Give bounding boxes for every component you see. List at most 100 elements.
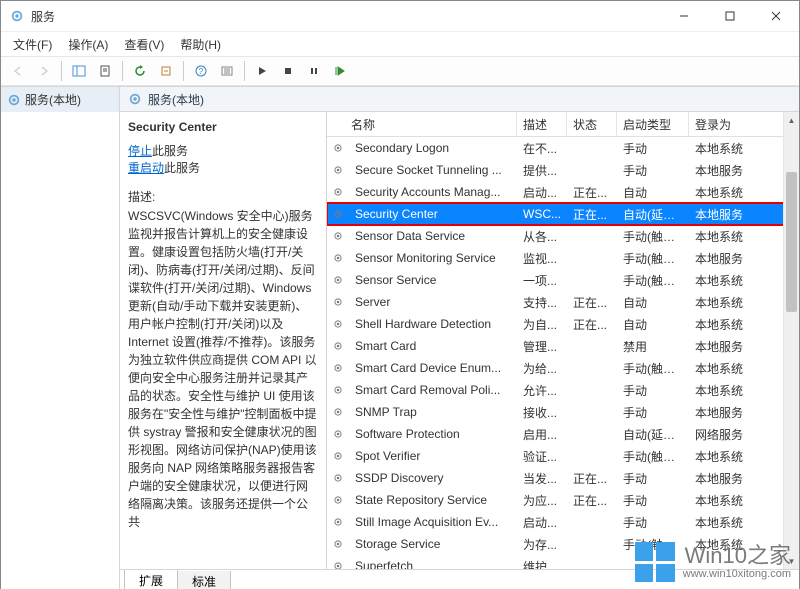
service-row[interactable]: State Repository Service为应...正在...手动本地系统 [327, 489, 799, 511]
maximize-button[interactable] [707, 1, 753, 31]
restart-link[interactable]: 重启动 [128, 161, 164, 175]
service-row[interactable]: Server支持...正在...自动本地系统 [327, 291, 799, 313]
start-service-button[interactable] [250, 59, 274, 83]
scroll-up-button[interactable]: ▲ [784, 112, 799, 128]
pause-service-button[interactable] [302, 59, 326, 83]
tree-root-label: 服务(本地) [25, 91, 81, 108]
service-name: Smart Card Removal Poli... [349, 383, 517, 397]
service-desc: 为自... [517, 316, 567, 333]
service-row[interactable]: Sensor Data Service从各...手动(触发...本地系统 [327, 225, 799, 247]
col-type[interactable]: 启动类型 [617, 112, 689, 136]
service-row[interactable]: Spot Verifier验证...手动(触发...本地系统 [327, 445, 799, 467]
rows-container: Secondary Logon在不...手动本地系统Secure Socket … [327, 137, 799, 569]
minimize-button[interactable] [661, 1, 707, 31]
service-name: Spot Verifier [349, 449, 517, 463]
toolbar: ? [1, 57, 799, 86]
service-gear-icon [327, 427, 349, 441]
service-desc: 启动... [517, 184, 567, 201]
restart-service-button[interactable] [328, 59, 352, 83]
description-text: WSCSVC(Windows 安全中心)服务监视并报告计算机上的安全健康设置。健… [128, 207, 318, 531]
service-gear-icon [327, 383, 349, 397]
service-gear-icon [327, 537, 349, 551]
service-desc: 提供... [517, 162, 567, 179]
description-label: 描述: [128, 188, 318, 205]
service-row[interactable]: Smart Card Removal Poli...允许...手动本地系统 [327, 379, 799, 401]
service-row[interactable]: SNMP Trap接收...手动本地服务 [327, 401, 799, 423]
service-status: 正在... [567, 294, 617, 311]
service-gear-icon [327, 405, 349, 419]
service-name: Storage Service [349, 537, 517, 551]
service-row[interactable]: SSDP Discovery当发...正在...手动本地服务 [327, 467, 799, 489]
forward-button[interactable] [32, 59, 56, 83]
watermark-line-1: Win10之家 [683, 544, 791, 568]
menubar: 文件(F) 操作(A) 查看(V) 帮助(H) [1, 32, 799, 57]
service-name: Shell Hardware Detection [349, 317, 517, 331]
service-row[interactable]: Secure Socket Tunneling ...提供...手动本地服务 [327, 159, 799, 181]
service-startup-type: 手动 [617, 470, 689, 487]
watermark: Win10之家 www.win10xitong.com [635, 542, 791, 582]
service-row[interactable]: Smart Card Device Enum...为给...手动(触发...本地… [327, 357, 799, 379]
action-button[interactable] [215, 59, 239, 83]
col-status[interactable]: 状态 [567, 112, 617, 136]
service-desc: WSC... [517, 207, 567, 221]
service-name: Secure Socket Tunneling ... [349, 163, 517, 177]
service-row[interactable]: Smart Card管理...禁用本地服务 [327, 335, 799, 357]
vertical-scrollbar[interactable]: ▲ ▼ [783, 112, 799, 569]
service-list: 名称 描述 状态 启动类型 登录为 Secondary Logon在不...手动… [327, 112, 799, 569]
menu-action[interactable]: 操作(A) [60, 34, 116, 55]
service-row[interactable]: Security CenterWSC...正在...自动(延迟...本地服务 [327, 203, 799, 225]
col-name[interactable]: 名称 [327, 112, 517, 136]
scroll-thumb[interactable] [786, 172, 797, 312]
stop-service-button[interactable] [276, 59, 300, 83]
help-button[interactable]: ? [189, 59, 213, 83]
service-gear-icon [327, 207, 349, 221]
properties-button[interactable] [93, 59, 117, 83]
right-pane-title: 服务(本地) [148, 91, 204, 108]
service-startup-type: 手动(触发... [617, 448, 689, 465]
back-button[interactable] [6, 59, 30, 83]
menu-view[interactable]: 查看(V) [116, 34, 172, 55]
service-desc: 为应... [517, 492, 567, 509]
export-list-button[interactable] [154, 59, 178, 83]
stop-suffix: 此服务 [152, 144, 188, 158]
service-row[interactable]: Secondary Logon在不...手动本地系统 [327, 137, 799, 159]
stop-link[interactable]: 停止 [128, 144, 152, 158]
service-desc: 支持... [517, 294, 567, 311]
detail-pane: Security Center 停止此服务 重启动此服务 描述: WSCSVC(… [120, 112, 327, 569]
service-gear-icon [327, 559, 349, 569]
tree-root[interactable]: 服务(本地) [1, 87, 119, 112]
service-row[interactable]: Sensor Service一项...手动(触发...本地系统 [327, 269, 799, 291]
service-row[interactable]: Still Image Acquisition Ev...启动...手动本地系统 [327, 511, 799, 533]
service-row[interactable]: Software Protection启用...自动(延迟...网络服务 [327, 423, 799, 445]
show-hide-tree-button[interactable] [67, 59, 91, 83]
service-status: 正在... [567, 470, 617, 487]
toolbar-separator [244, 61, 245, 81]
service-gear-icon [327, 361, 349, 375]
service-gear-icon [327, 141, 349, 155]
service-name: Software Protection [349, 427, 517, 441]
service-row[interactable]: Sensor Monitoring Service监视...手动(触发...本地… [327, 247, 799, 269]
service-startup-type: 手动 [617, 514, 689, 531]
col-desc[interactable]: 描述 [517, 112, 567, 136]
close-button[interactable] [753, 1, 799, 31]
toolbar-separator [61, 61, 62, 81]
menu-help[interactable]: 帮助(H) [172, 34, 229, 55]
service-gear-icon [327, 449, 349, 463]
service-name: SSDP Discovery [349, 471, 517, 485]
tab-extended[interactable]: 扩展 [124, 570, 178, 589]
service-row[interactable]: Security Accounts Manag...启动...正在...自动本地… [327, 181, 799, 203]
tab-standard[interactable]: 标准 [177, 571, 231, 589]
service-desc: 接收... [517, 404, 567, 421]
services-window: 服务 文件(F) 操作(A) 查看(V) 帮助(H) ? [1, 1, 799, 588]
service-name: Secondary Logon [349, 141, 517, 155]
service-status: 正在... [567, 492, 617, 509]
service-name: Sensor Service [349, 273, 517, 287]
titlebar: 服务 [1, 1, 799, 32]
service-row[interactable]: Shell Hardware Detection为自...正在...自动本地系统 [327, 313, 799, 335]
service-status: 正在... [567, 184, 617, 201]
service-desc: 维护... [517, 558, 567, 570]
service-startup-type: 手动 [617, 492, 689, 509]
service-desc: 一项... [517, 272, 567, 289]
refresh-button[interactable] [128, 59, 152, 83]
menu-file[interactable]: 文件(F) [5, 34, 60, 55]
